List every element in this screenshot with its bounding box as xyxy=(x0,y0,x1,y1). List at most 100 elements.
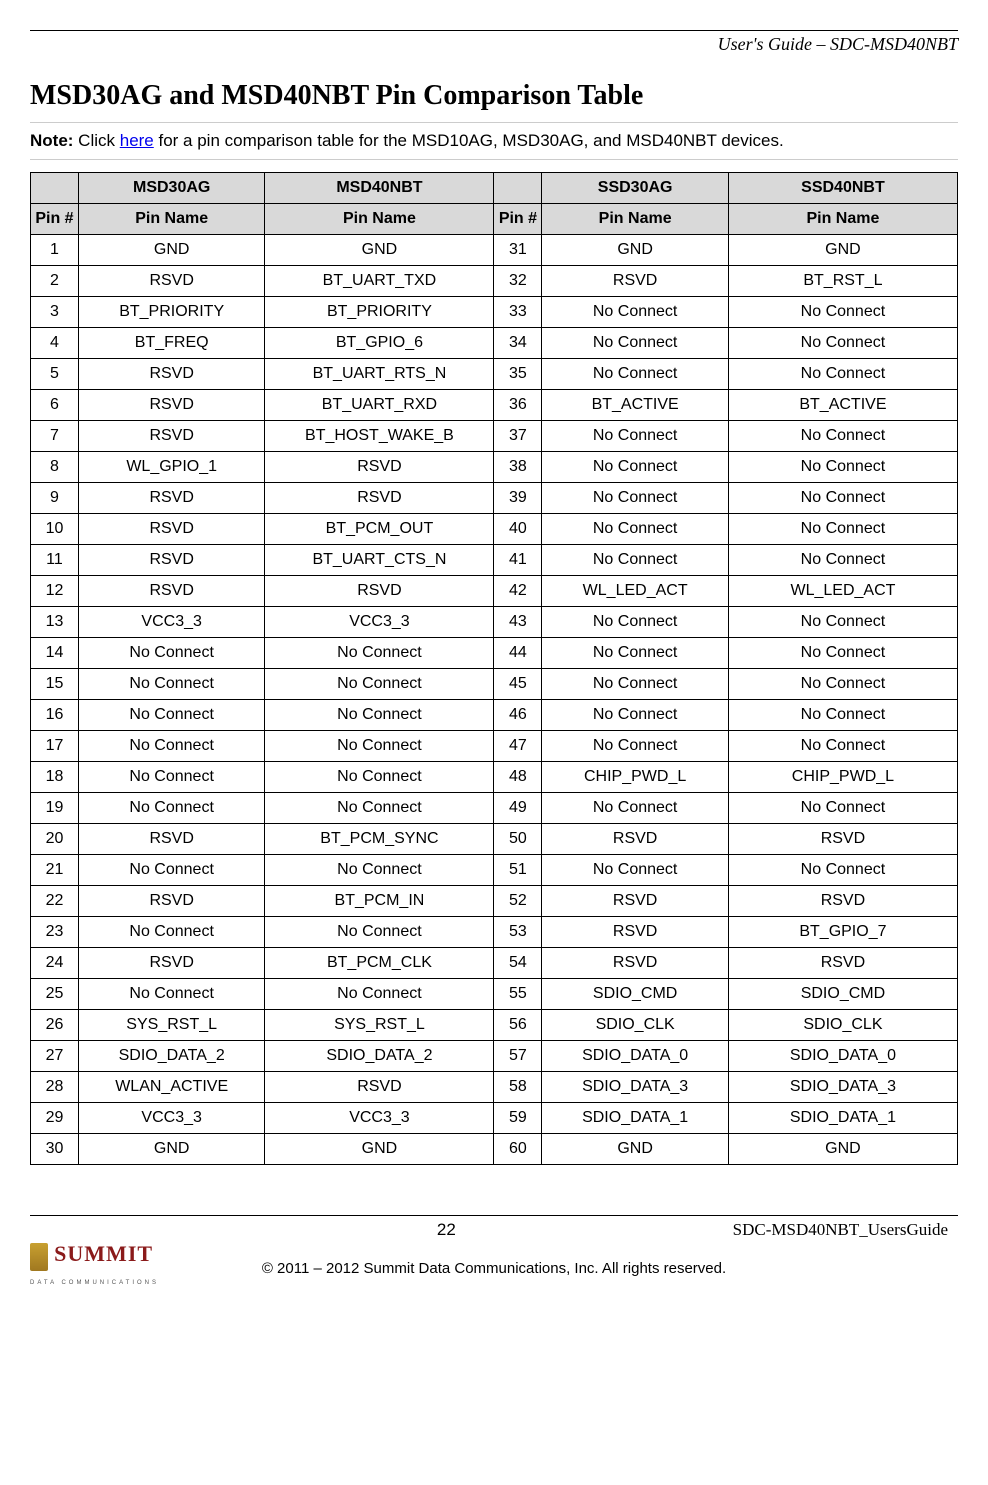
table-cell: 33 xyxy=(494,297,542,328)
table-cell: 13 xyxy=(31,607,79,638)
table-cell: 37 xyxy=(494,421,542,452)
table-cell: 47 xyxy=(494,731,542,762)
table-cell: No Connect xyxy=(542,793,728,824)
table-cell: No Connect xyxy=(728,483,957,514)
doc-id: SDC-MSD40NBT_UsersGuide xyxy=(733,1220,948,1240)
table-cell: 56 xyxy=(494,1010,542,1041)
table-cell: No Connect xyxy=(728,545,957,576)
th-ssd40nbt: SSD40NBT xyxy=(728,173,957,204)
table-cell: SDIO_DATA_1 xyxy=(542,1103,728,1134)
table-cell: No Connect xyxy=(78,917,264,948)
table-cell: 42 xyxy=(494,576,542,607)
table-cell: 25 xyxy=(31,979,79,1010)
table-cell: SDIO_DATA_0 xyxy=(728,1041,957,1072)
table-cell: No Connect xyxy=(542,731,728,762)
table-row: 3BT_PRIORITYBT_PRIORITY33No ConnectNo Co… xyxy=(31,297,958,328)
table-cell: RSVD xyxy=(78,886,264,917)
table-cell: SDIO_DATA_3 xyxy=(542,1072,728,1103)
table-row: 10RSVDBT_PCM_OUT40No ConnectNo Connect xyxy=(31,514,958,545)
summit-logo: SUMMIT DATA COMMUNICATIONS xyxy=(30,1241,159,1288)
table-cell: SYS_RST_L xyxy=(265,1010,494,1041)
th-pinname-2: Pin Name xyxy=(265,204,494,235)
note-after: for a pin comparison table for the MSD10… xyxy=(154,131,784,150)
table-cell: No Connect xyxy=(78,979,264,1010)
table-cell: RSVD xyxy=(78,948,264,979)
table-row: 6RSVDBT_UART_RXD36BT_ACTIVEBT_ACTIVE xyxy=(31,390,958,421)
table-cell: 10 xyxy=(31,514,79,545)
table-cell: 52 xyxy=(494,886,542,917)
table-cell: No Connect xyxy=(542,328,728,359)
table-row: 4BT_FREQBT_GPIO_634No ConnectNo Connect xyxy=(31,328,958,359)
table-cell: WL_LED_ACT xyxy=(542,576,728,607)
table-cell: VCC3_3 xyxy=(78,1103,264,1134)
table-cell: 40 xyxy=(494,514,542,545)
table-cell: BT_PCM_SYNC xyxy=(265,824,494,855)
table-cell: SDIO_DATA_3 xyxy=(728,1072,957,1103)
table-cell: No Connect xyxy=(728,421,957,452)
table-cell: RSVD xyxy=(542,824,728,855)
table-cell: No Connect xyxy=(542,452,728,483)
table-cell: GND xyxy=(78,1134,264,1165)
table-cell: 53 xyxy=(494,917,542,948)
table-cell: No Connect xyxy=(78,700,264,731)
table-cell: No Connect xyxy=(542,359,728,390)
table-cell: 31 xyxy=(494,235,542,266)
table-cell: GND xyxy=(265,235,494,266)
table-row: 16No ConnectNo Connect46No ConnectNo Con… xyxy=(31,700,958,731)
table-cell: 12 xyxy=(31,576,79,607)
table-cell: 51 xyxy=(494,855,542,886)
table-cell: RSVD xyxy=(265,1072,494,1103)
table-row: 30GNDGND60GNDGND xyxy=(31,1134,958,1165)
table-cell: No Connect xyxy=(728,514,957,545)
pin-comparison-table: MSD30AG MSD40NBT SSD30AG SSD40NBT Pin # … xyxy=(30,172,958,1165)
table-cell: 20 xyxy=(31,824,79,855)
table-row: 21No ConnectNo Connect51No ConnectNo Con… xyxy=(31,855,958,886)
table-row: 25No ConnectNo Connect55SDIO_CMDSDIO_CMD xyxy=(31,979,958,1010)
table-cell: No Connect xyxy=(728,328,957,359)
table-cell: 41 xyxy=(494,545,542,576)
table-cell: GND xyxy=(542,1134,728,1165)
table-cell: BT_UART_RTS_N xyxy=(265,359,494,390)
table-cell: 43 xyxy=(494,607,542,638)
table-cell: 11 xyxy=(31,545,79,576)
table-cell: 22 xyxy=(31,886,79,917)
page-title: MSD30AG and MSD40NBT Pin Comparison Tabl… xyxy=(30,80,958,112)
table-cell: 28 xyxy=(31,1072,79,1103)
th-msd30ag: MSD30AG xyxy=(78,173,264,204)
table-cell: 6 xyxy=(31,390,79,421)
table-cell: 24 xyxy=(31,948,79,979)
table-row: 19No ConnectNo Connect49No ConnectNo Con… xyxy=(31,793,958,824)
logo-main-text: SUMMIT xyxy=(54,1241,153,1266)
table-cell: 39 xyxy=(494,483,542,514)
table-row: 22RSVDBT_PCM_IN52RSVDRSVD xyxy=(31,886,958,917)
table-cell: No Connect xyxy=(542,607,728,638)
table-cell: 17 xyxy=(31,731,79,762)
here-link[interactable]: here xyxy=(120,131,154,150)
table-cell: No Connect xyxy=(542,483,728,514)
table-cell: RSVD xyxy=(265,452,494,483)
table-cell: 26 xyxy=(31,1010,79,1041)
table-cell: 58 xyxy=(494,1072,542,1103)
table-row: 24RSVDBT_PCM_CLK54RSVDRSVD xyxy=(31,948,958,979)
table-cell: 57 xyxy=(494,1041,542,1072)
table-cell: RSVD xyxy=(78,576,264,607)
th-msd40nbt: MSD40NBT xyxy=(265,173,494,204)
table-cell: 23 xyxy=(31,917,79,948)
table-row: 23No ConnectNo Connect53RSVDBT_GPIO_7 xyxy=(31,917,958,948)
table-cell: WL_GPIO_1 xyxy=(78,452,264,483)
table-cell: BT_HOST_WAKE_B xyxy=(265,421,494,452)
table-cell: 30 xyxy=(31,1134,79,1165)
logo-bar-icon xyxy=(30,1243,48,1271)
table-cell: 50 xyxy=(494,824,542,855)
table-cell: No Connect xyxy=(542,638,728,669)
table-cell: No Connect xyxy=(728,855,957,886)
table-cell: 14 xyxy=(31,638,79,669)
table-row: 2RSVDBT_UART_TXD32RSVDBT_RST_L xyxy=(31,266,958,297)
table-cell: RSVD xyxy=(265,483,494,514)
table-cell: RSVD xyxy=(78,421,264,452)
table-row: 20RSVDBT_PCM_SYNC50RSVDRSVD xyxy=(31,824,958,855)
table-cell: RSVD xyxy=(265,576,494,607)
table-row: 13VCC3_3VCC3_343No ConnectNo Connect xyxy=(31,607,958,638)
table-cell: 1 xyxy=(31,235,79,266)
th-blank-1 xyxy=(31,173,79,204)
